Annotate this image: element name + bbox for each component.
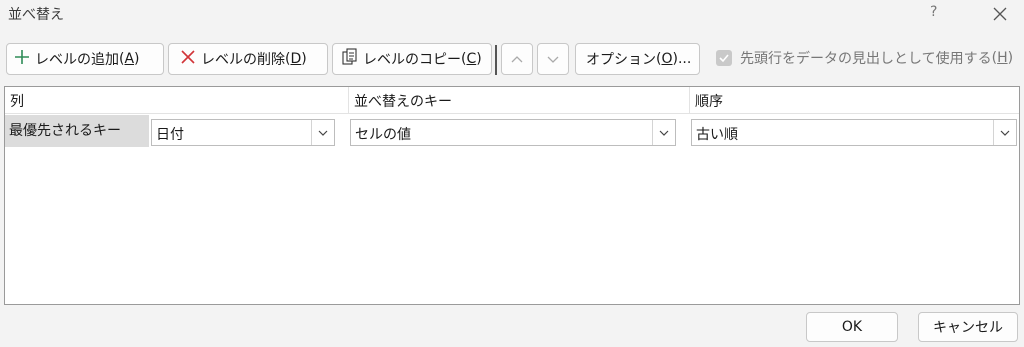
sort-levels-grid: 列 並べ替えのキー 順序 最優先されるキー 日付 セルの値 古い順 (4, 86, 1020, 305)
add-level-button[interactable]: レベルの追加(A) (6, 43, 164, 75)
order-header: 順序 (695, 94, 723, 110)
checkmark-icon (719, 54, 729, 63)
delete-level-label: レベルの削除 (201, 52, 285, 68)
delete-level-accesskey: D (290, 51, 302, 67)
title-bar: 並べ替え ? (0, 0, 1024, 30)
header-row-accesskey: H (997, 50, 1008, 66)
header-row-checkbox-label: 先頭行をデータの見出しとして使用する (740, 51, 992, 67)
header-separator (5, 113, 1019, 114)
sort-on-header: 並べ替えのキー (354, 94, 452, 110)
sort-level-label[interactable]: 最優先されるキー (5, 115, 149, 147)
options-label: オプション (586, 52, 656, 68)
column-header: 列 (10, 94, 24, 110)
chevron-down-icon (1000, 130, 1010, 136)
sort-on-select-value: セルの値 (355, 127, 411, 143)
cancel-button[interactable]: キャンセル (918, 312, 1018, 342)
plus-icon (13, 48, 31, 70)
sort-on-select[interactable]: セルの値 (350, 119, 676, 146)
add-level-accesskey: A (124, 51, 135, 67)
delete-x-icon (179, 48, 197, 70)
column-select[interactable]: 日付 (151, 119, 335, 146)
help-button[interactable]: ? (930, 4, 937, 20)
header-row-option[interactable]: 先頭行をデータの見出しとして使用する(H) (716, 48, 1013, 68)
column-select-dropdown[interactable] (311, 120, 334, 145)
copy-level-label: レベルのコピー (363, 52, 461, 68)
copy-level-button[interactable]: レベルのコピー(C) (332, 43, 492, 75)
header-divider (348, 87, 349, 113)
copy-icon (341, 48, 359, 70)
copy-level-accesskey: C (466, 51, 477, 67)
close-button[interactable] (988, 2, 1012, 26)
order-select-dropdown[interactable] (993, 120, 1016, 145)
chevron-up-icon (511, 56, 523, 63)
move-down-button[interactable] (537, 43, 569, 75)
order-select-value: 古い順 (696, 127, 738, 143)
dialog-title: 並べ替え (8, 7, 64, 23)
delete-level-button[interactable]: レベルの削除(D) (168, 43, 328, 75)
sort-on-select-dropdown[interactable] (652, 120, 675, 145)
add-level-label: レベルの追加 (35, 52, 119, 68)
options-accesskey: O (661, 51, 673, 67)
options-button[interactable]: オプション(O)... (575, 43, 700, 75)
column-select-value: 日付 (156, 127, 184, 143)
ok-button[interactable]: OK (806, 312, 898, 342)
order-select[interactable]: 古い順 (691, 119, 1017, 146)
chevron-down-icon (318, 130, 328, 136)
move-up-button[interactable] (501, 43, 533, 75)
chevron-down-icon (659, 130, 669, 136)
toolbar-separator (495, 45, 497, 75)
close-icon (993, 7, 1007, 21)
header-divider (689, 87, 690, 113)
header-row-checkbox[interactable] (716, 50, 732, 66)
options-ellipsis: ... (677, 51, 692, 67)
chevron-down-icon (547, 56, 559, 63)
